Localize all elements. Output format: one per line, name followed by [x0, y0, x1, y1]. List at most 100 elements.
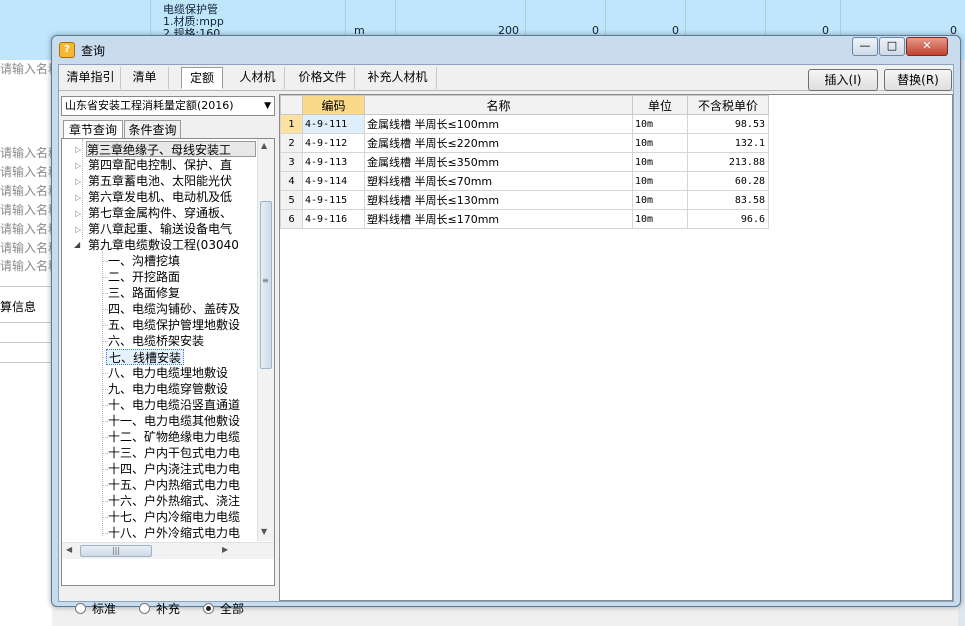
unit-cell[interactable]: 10m — [632, 114, 688, 134]
radio-all[interactable]: 全部 — [203, 600, 244, 617]
tree-node-section[interactable]: 八、电力电缆埋地敷设 — [108, 365, 228, 381]
tree-node-section[interactable]: 四、电缆沟铺砂、盖砖及 — [108, 301, 240, 317]
minimize-button[interactable]: — — [852, 37, 878, 56]
name-cell[interactable]: 金属线槽 半周长≤100mm — [364, 114, 633, 134]
expand-arrow-icon[interactable]: ▷ — [75, 193, 81, 202]
scroll-left-icon[interactable]: ◀ — [66, 545, 72, 554]
price-cell[interactable]: 98.53 — [687, 114, 769, 134]
tab-chapter-search[interactable]: 章节查询 — [63, 120, 123, 140]
expand-arrow-icon[interactable]: ▷ — [75, 161, 81, 170]
tree-node-chapter-8[interactable]: 第八章起重、输送设备电气 — [88, 221, 232, 237]
price-cell[interactable]: 83.58 — [687, 190, 769, 210]
code-cell[interactable]: 4-9-111 — [302, 114, 365, 134]
tree-node-section[interactable]: 三、路面修复 — [108, 285, 180, 301]
chapter-panel: 山东省安装工程消耗量定额(2016) ▼ 章节查询 条件查询 第三章绝缘子、母线… — [59, 92, 277, 616]
tree-node-section[interactable]: 十二、矿物绝缘电力电缆 — [108, 429, 240, 445]
scroll-thumb[interactable]: ||| — [80, 545, 152, 557]
unit-cell[interactable]: 10m — [632, 209, 688, 229]
table-row[interactable]: 1 4-9-111 金属线槽 半周长≤100mm 10m 98.53 — [280, 114, 769, 134]
table-row[interactable]: 3 4-9-113 金属线槽 半周长≤350mm 10m 213.88 — [280, 152, 769, 172]
code-cell[interactable]: 4-9-113 — [302, 152, 365, 172]
code-cell[interactable]: 4-9-115 — [302, 190, 365, 210]
tab-supplement-material[interactable]: 补充人材机 — [359, 67, 437, 89]
scroll-thumb[interactable]: ≡ — [260, 201, 272, 369]
replace-button[interactable]: 替换(R) — [884, 69, 952, 91]
tree-node-chapter-6[interactable]: 第六章发电机、电动机及低 — [88, 189, 232, 205]
query-dialog: ? 查询 — □ ✕ 清单指引 清单 定额 人材机 价格文件 补充人材机 插入(… — [51, 35, 961, 616]
column-header-code[interactable]: 编码 — [302, 95, 365, 115]
table-row[interactable]: 4 4-9-114 塑料线槽 半周长≤70mm 10m 60.28 — [280, 171, 769, 191]
tree-node-section[interactable]: 十三、户内干包式电力电 — [108, 445, 240, 461]
unit-cell[interactable]: 10m — [632, 190, 688, 210]
tree-node-section[interactable]: 十四、户内浇注式电力电 — [108, 461, 240, 477]
name-cell[interactable]: 塑料线槽 半周长≤170mm — [364, 209, 633, 229]
expand-arrow-icon[interactable]: ▷ — [75, 225, 81, 234]
tree-node-section[interactable]: 二、开挖路面 — [108, 269, 180, 285]
tree-node-chapter-5[interactable]: 第五章蓄电池、太阳能光伏 — [88, 173, 232, 189]
tree-node-chapter-9[interactable]: 第九章电缆敷设工程(03040 — [88, 237, 239, 253]
table-row[interactable]: 5 4-9-115 塑料线槽 半周长≤130mm 10m 83.58 — [280, 190, 769, 210]
column-header-unit[interactable]: 单位 — [632, 95, 688, 115]
tree-node-section[interactable]: 十一、电力电缆其他敷设 — [108, 413, 240, 429]
price-cell[interactable]: 96.6 — [687, 209, 769, 229]
tab-condition-search[interactable]: 条件查询 — [124, 120, 181, 140]
code-cell[interactable]: 4-9-112 — [302, 133, 365, 153]
tree-label: 一、沟槽挖填 — [108, 254, 181, 268]
price-cell[interactable]: 132.1 — [687, 133, 769, 153]
unit-cell[interactable]: 10m — [632, 152, 688, 172]
radio-standard[interactable]: 标准 — [75, 600, 116, 617]
tree-node-chapter-3[interactable]: 第三章绝缘子、母线安装工 — [86, 141, 256, 157]
tree-label: 十八、户外冷缩式电力电 — [108, 526, 241, 540]
unit-cell[interactable]: 10m — [632, 133, 688, 153]
close-button[interactable]: ✕ — [906, 37, 948, 56]
column-header-price[interactable]: 不含税单价 — [687, 95, 769, 115]
tree-horizontal-scrollbar[interactable]: ◀ ||| ▶ — [62, 542, 274, 559]
code-cell[interactable]: 4-9-114 — [302, 171, 365, 191]
name-cell[interactable]: 塑料线槽 半周长≤130mm — [364, 190, 633, 210]
tree-node-chapter-4[interactable]: 第四章配电控制、保护、直 — [88, 157, 232, 173]
table-row[interactable]: 2 4-9-112 金属线槽 半周长≤220mm 10m 132.1 — [280, 133, 769, 153]
dialog-titlebar[interactable]: ? 查询 — □ ✕ — [52, 36, 960, 64]
tree-node-section-selected[interactable]: 七、线槽安装 — [106, 349, 185, 365]
name-cell[interactable]: 金属线槽 半周长≤350mm — [364, 152, 633, 172]
column-header-name[interactable]: 名称 — [364, 95, 633, 115]
insert-button[interactable]: 插入(I) — [808, 69, 878, 91]
scroll-up-icon[interactable]: ▲ — [261, 141, 267, 150]
tree-node-section[interactable]: 一、沟槽挖填 — [108, 253, 180, 269]
tab-labor-material[interactable]: 人材机 — [231, 67, 285, 89]
scroll-down-icon[interactable]: ▼ — [261, 527, 267, 536]
price-cell[interactable]: 60.28 — [687, 171, 769, 191]
radio-supplement[interactable]: 补充 — [139, 600, 180, 617]
tree-node-section[interactable]: 十七、户内冷缩电力电缆 — [108, 509, 240, 525]
tree-label: 十七、户内冷缩电力电缆 — [108, 510, 241, 524]
tree-node-section[interactable]: 十六、户外热缩式、浇注 — [108, 493, 240, 509]
name-cell[interactable]: 金属线槽 半周长≤220mm — [364, 133, 633, 153]
code-cell[interactable]: 4-9-116 — [302, 209, 365, 229]
calc-info-tab[interactable]: 算信息 — [0, 298, 36, 315]
tree-node-section[interactable]: 十、电力电缆沿竖直通道 — [108, 397, 240, 413]
tree-node-section[interactable]: 十五、户内热缩式电力电 — [108, 477, 240, 493]
tree-node-section[interactable]: 九、电力电缆穿管敷设 — [108, 381, 228, 397]
tree-vertical-scrollbar[interactable]: ▲ ≡ ▼ — [257, 139, 274, 541]
expand-arrow-icon[interactable]: ▷ — [75, 209, 81, 218]
tab-list-guide[interactable]: 清单指引 — [61, 67, 121, 89]
tree-node-chapter-7[interactable]: 第七章金属构件、穿通板、 — [88, 205, 232, 221]
scroll-right-icon[interactable]: ▶ — [222, 545, 228, 554]
expand-arrow-icon[interactable]: ▷ — [75, 145, 81, 154]
collapse-arrow-icon[interactable]: ◢ — [74, 240, 80, 249]
tree-node-section[interactable]: 六、电缆桥架安装 — [108, 333, 204, 349]
tab-bill[interactable]: 清单 — [121, 67, 169, 89]
row-number: 1 — [280, 114, 303, 134]
chevron-down-icon[interactable]: ▼ — [264, 97, 271, 115]
table-row[interactable]: 6 4-9-116 塑料线槽 半周长≤170mm 10m 96.6 — [280, 209, 769, 229]
name-cell[interactable]: 塑料线槽 半周长≤70mm — [364, 171, 633, 191]
expand-arrow-icon[interactable]: ▷ — [75, 177, 81, 186]
tree-node-section[interactable]: 五、电缆保护管埋地敷设 — [108, 317, 240, 333]
tree-node-section[interactable]: 十八、户外冷缩式电力电 — [108, 525, 240, 541]
tab-quota[interactable]: 定额 — [181, 67, 223, 89]
tab-price-file[interactable]: 价格文件 — [291, 67, 355, 89]
maximize-button[interactable]: □ — [879, 37, 905, 56]
unit-cell[interactable]: 10m — [632, 171, 688, 191]
price-cell[interactable]: 213.88 — [687, 152, 769, 172]
quota-library-select[interactable]: 山东省安装工程消耗量定额(2016) ▼ — [61, 96, 275, 116]
